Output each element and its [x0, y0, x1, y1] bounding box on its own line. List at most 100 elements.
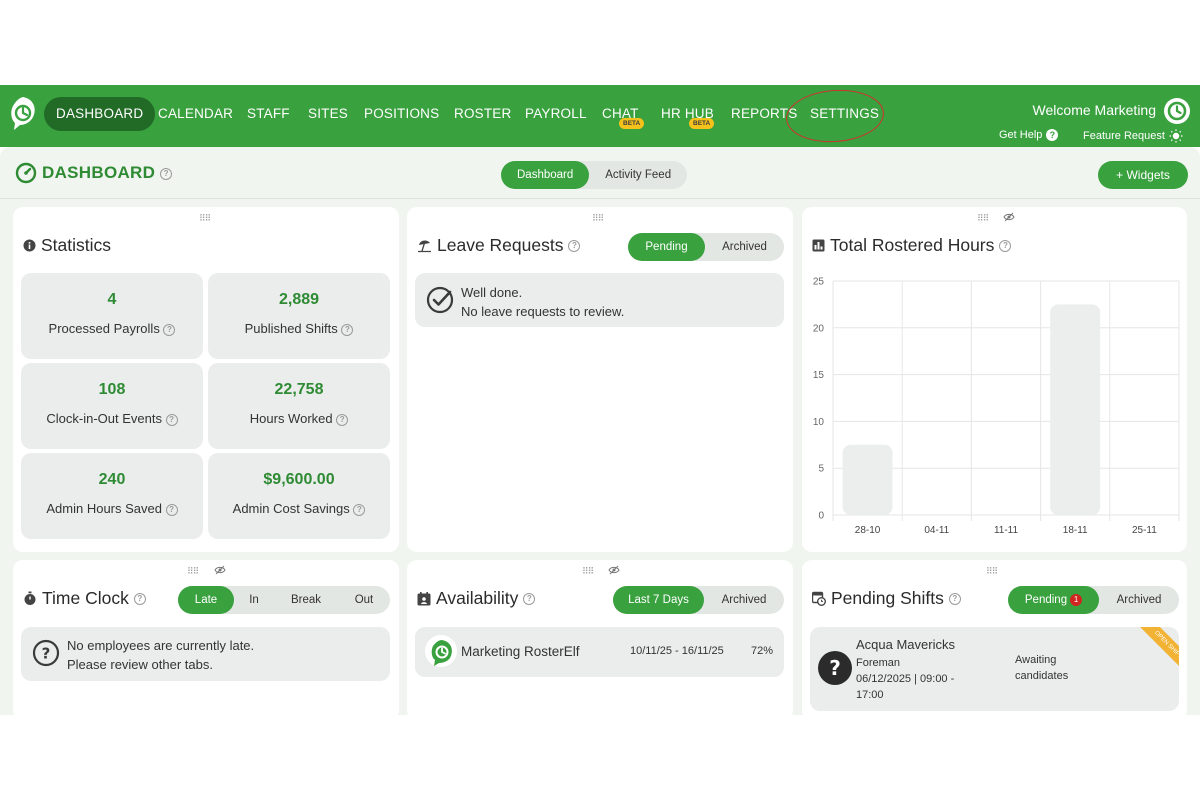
app-window: DASHBOARD CALENDAR STAFF SITES POSITIONS…: [0, 85, 1200, 715]
svg-text:?: ?: [829, 656, 841, 680]
chat-beta-badge: BETA: [619, 118, 645, 129]
tab-activity-feed[interactable]: Activity Feed: [589, 161, 687, 189]
leave-requests-title: Leave Requests ?: [417, 235, 581, 256]
tab-archived[interactable]: Archived: [704, 586, 784, 614]
help-icon[interactable]: ?: [165, 413, 178, 426]
help-icon[interactable]: ?: [341, 323, 354, 336]
rostered-hours-card: ⠿⠿ Total Rostered Hours ? 0 5 10 15 20 25 28-1…: [802, 207, 1187, 552]
page-header: DASHBOARD ? Dashboard Activity Feed + Wi…: [0, 147, 1200, 199]
help-icon[interactable]: ?: [133, 592, 146, 605]
drag-handle-icon[interactable]: ⠿⠿: [986, 566, 998, 577]
availability-card: ⠿⠿ Availability ? Last 7 Days Archived M…: [407, 560, 793, 715]
nav-sites[interactable]: SITES: [308, 97, 348, 131]
calendar-user-icon: [417, 591, 431, 605]
help-icon[interactable]: ?: [160, 167, 173, 180]
hr-hub-beta-badge: BETA: [689, 118, 715, 129]
user-avatar[interactable]: [1164, 98, 1190, 124]
welcome-text: Welcome Marketing: [1032, 102, 1156, 118]
x-tick-label: 11-11: [994, 525, 1019, 536]
shift-time-line1: 06/12/2025 | 09:00 -: [856, 673, 955, 685]
y-tick-label: 15: [813, 370, 825, 381]
statistics-title: Statistics: [23, 235, 111, 256]
tab-out[interactable]: Out: [338, 586, 390, 614]
help-icon[interactable]: ?: [568, 239, 581, 252]
stat-label: Published Shifts ?: [208, 321, 390, 336]
tab-dashboard[interactable]: Dashboard: [501, 161, 590, 189]
stat-label: Clock-in-Out Events ?: [21, 411, 203, 426]
leave-requests-title-text: Leave Requests: [437, 235, 564, 255]
stat-label: Admin Cost Savings ?: [208, 501, 390, 516]
leave-message-line2: No leave requests to review.: [461, 304, 625, 319]
nav-staff[interactable]: STAFF: [247, 97, 290, 131]
x-tick-label: 28-10: [855, 525, 881, 536]
statistics-title-text: Statistics: [41, 235, 112, 255]
pending-shifts-title-text: Pending Shifts: [831, 588, 944, 608]
help-icon[interactable]: ?: [948, 592, 961, 605]
stopwatch-icon: [24, 591, 36, 605]
stat-label-text: Clock-in-Out Events: [46, 411, 162, 426]
rosterelf-avatar-icon: [431, 640, 452, 666]
tab-late[interactable]: Late: [178, 586, 234, 614]
nav-roster[interactable]: ROSTER: [454, 97, 511, 131]
shift-status-line1: Awaiting: [1015, 654, 1057, 666]
chart-bar: [842, 444, 893, 515]
tab-archived[interactable]: Archived: [1099, 586, 1179, 614]
x-tick-label: 18-11: [1063, 525, 1088, 536]
nav-positions[interactable]: POSITIONS: [364, 97, 439, 131]
help-icon[interactable]: ?: [163, 323, 176, 336]
availability-employee-name: Marketing RosterElf: [461, 644, 580, 659]
stat-value: 22,758: [274, 381, 324, 398]
drag-handle-icon[interactable]: ⠿⠿: [582, 566, 594, 577]
shift-position: Foreman: [856, 657, 901, 669]
x-tick-label: 25-11: [1132, 525, 1157, 536]
stat-label: Processed Payrolls ?: [21, 321, 203, 336]
tab-pending[interactable]: Pending 1: [1008, 586, 1099, 614]
tab-last-7-days[interactable]: Last 7 Days: [613, 586, 704, 614]
shift-site: Acqua Mavericks: [856, 637, 955, 652]
time-clock-title-text: Time Clock: [42, 588, 129, 608]
nav-reports[interactable]: REPORTS: [731, 97, 797, 131]
rosterelf-logo-icon[interactable]: [8, 95, 38, 131]
time-clock-message-line2: Please review other tabs.: [67, 657, 213, 672]
leave-tabs: Pending Archived: [628, 233, 784, 261]
main-content: DASHBOARD ? Dashboard Activity Feed + Wi…: [0, 147, 1200, 715]
drag-handle-icon[interactable]: ⠿⠿: [199, 213, 211, 224]
stat-value: 108: [98, 381, 126, 398]
tab-break[interactable]: Break: [274, 586, 338, 614]
nav-payroll[interactable]: PAYROLL: [525, 97, 587, 131]
y-tick-label: 5: [818, 464, 824, 475]
pending-shift-item[interactable]: ? Acqua Mavericks Foreman 06/12/2025 | 0…: [810, 627, 1179, 711]
availability-percent: 72%: [751, 645, 774, 657]
tab-pending[interactable]: Pending: [628, 233, 705, 261]
drag-handle-icon[interactable]: ⠿⠿: [592, 213, 604, 224]
top-nav: DASHBOARD CALENDAR STAFF SITES POSITIONS…: [0, 85, 1200, 147]
nav-settings[interactable]: SETTINGS: [810, 97, 879, 131]
stat-tile: 240 Admin Hours Saved ?: [21, 453, 203, 539]
time-clock-title: Time Clock ?: [23, 588, 146, 609]
availability-row[interactable]: Marketing RosterElf 10/11/25 - 16/11/25 …: [415, 627, 784, 677]
stat-tile: $9,600.00 Admin Cost Savings ?: [208, 453, 390, 539]
help-icon[interactable]: ?: [336, 413, 349, 426]
hide-eye-icon[interactable]: [214, 565, 226, 575]
drag-handle-icon[interactable]: ⠿⠿: [187, 566, 199, 577]
stat-tile: 108 Clock-in-Out Events ?: [21, 363, 203, 449]
chart-bar: [1050, 304, 1101, 515]
stat-label-text: Admin Cost Savings: [232, 501, 350, 516]
help-icon[interactable]: ?: [353, 503, 366, 516]
hide-eye-icon[interactable]: [608, 565, 620, 575]
tab-archived[interactable]: Archived: [705, 233, 784, 261]
feature-request-label: Feature Request: [1083, 130, 1165, 142]
tab-in[interactable]: In: [234, 586, 274, 614]
dashboard-gauge-icon: [15, 162, 37, 184]
get-help-link[interactable]: Get Help ?: [999, 129, 1059, 141]
rostered-hours-chart: 0 5 10 15 20 25 28-10 04-11 11-11 18-11 25-11: [813, 277, 1180, 536]
stat-tile: 4 Processed Payrolls ?: [21, 273, 203, 359]
help-icon[interactable]: ?: [165, 503, 178, 516]
pending-shifts-tabs: Pending 1 Archived: [1008, 586, 1179, 614]
feature-request-link[interactable]: Feature Request: [1083, 129, 1183, 143]
leave-empty-message: Well done. No leave requests to review.: [415, 273, 784, 327]
nav-calendar[interactable]: CALENDAR: [158, 97, 233, 131]
add-widgets-button[interactable]: + Widgets: [1098, 161, 1188, 189]
nav-dashboard[interactable]: DASHBOARD: [44, 97, 156, 131]
help-icon[interactable]: ?: [523, 592, 536, 605]
